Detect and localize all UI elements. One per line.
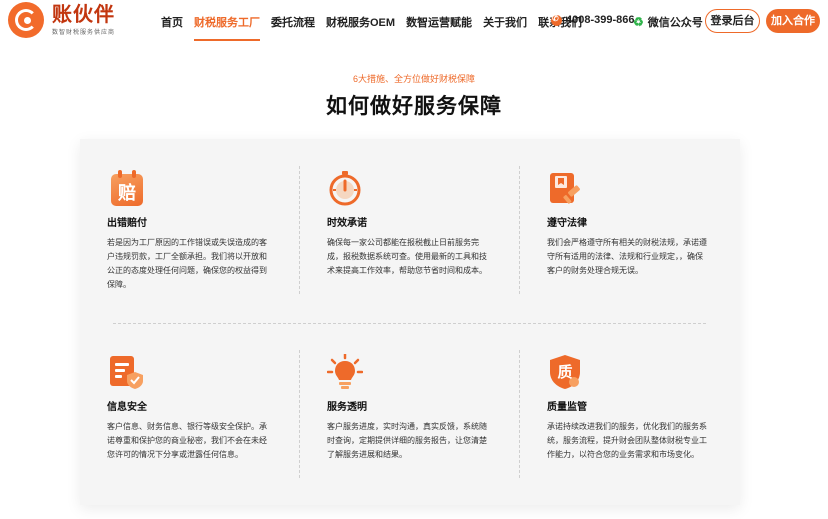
column-divider (299, 350, 300, 478)
item-description: 承诺持续改进我们的服务，优化我们的服务系统，服务流程，提升财会团队整体财税专业工… (547, 422, 707, 459)
compensation-icon: 赔 (107, 170, 143, 206)
law-hammer-icon (547, 170, 583, 206)
row-divider (113, 323, 706, 324)
item-title: 遵守法律 (547, 218, 587, 229)
item-title: 服务透明 (327, 402, 367, 413)
column-divider (519, 166, 520, 294)
item-title: 时效承诺 (327, 218, 367, 229)
wechat-label: 微信公众号 (647, 17, 703, 29)
guarantee-item-law: 遵守法律 我们会严格遵守所有相关的财税法规，承诺遵守所有适用的法律、法规和行业规… (547, 170, 712, 278)
quality-badge-icon: 质 (547, 354, 583, 390)
main-nav: 首页 财税服务工厂 委托流程 财税服务OEM 数智运营赋能 关于我们 联系我们 (161, 14, 593, 41)
phone-icon (551, 14, 562, 26)
wechat-icon: ♻ (633, 14, 644, 29)
nav-item-tax-service-factory[interactable]: 财税服务工厂 (194, 14, 260, 41)
brand-tagline: 数智财税服务供应商 (52, 30, 116, 36)
item-description: 客户服务进度，实时沟通，真实反馈，系统随时查询，定期提供详细的服务报告，让您清楚… (327, 422, 487, 459)
wechat-account[interactable]: ♻ 微信公众号 (633, 14, 703, 30)
nav-item-home[interactable]: 首页 (161, 14, 183, 41)
item-description: 我们会严格遵守所有相关的财税法规，承诺遵守所有适用的法律、法规和行业规定，，确保… (547, 238, 707, 275)
guarantee-item-timeliness: 时效承诺 确保每一家公司都能在报税截止日前服务完成，报税数据系统可查。使用最新的… (327, 170, 492, 278)
item-description: 若是因为工厂原因的工作错误或失误造成的客户违规罚款，工厂全额承担。我们将以开放和… (107, 238, 267, 289)
column-divider (299, 166, 300, 294)
column-divider (519, 350, 520, 478)
hotline-number: 4008-399-866 (566, 14, 635, 26)
info-shield-icon (107, 354, 143, 390)
item-description: 客户信息、财务信息、银行等级安全保护。承诺尊重和保护您的商业秘密，我们不会在未经… (107, 422, 267, 459)
brand-logo-icon[interactable] (8, 2, 44, 38)
site-header: 账伙伴 数智财税服务供应商 首页 财税服务工厂 委托流程 财税服务OEM 数智运… (0, 0, 828, 44)
guarantee-item-quality: 质 质量监管 承诺持续改进我们的服务，优化我们的服务系统，服务流程，提升财会团队… (547, 354, 712, 462)
item-title: 质量监管 (547, 402, 587, 413)
item-title: 出错赔付 (107, 218, 147, 229)
guarantee-item-info-security: 信息安全 客户信息、财务信息、银行等级安全保护。承诺尊重和保护您的商业秘密，我们… (107, 354, 272, 462)
hotline[interactable]: 4008-399-866 (551, 14, 635, 26)
item-title: 信息安全 (107, 402, 147, 413)
nav-item-about[interactable]: 关于我们 (483, 14, 527, 41)
join-button[interactable]: 加入合作 (766, 9, 820, 33)
nav-item-process[interactable]: 委托流程 (271, 14, 315, 41)
brand-name[interactable]: 账伙伴 (52, 4, 115, 26)
guarantee-item-compensation: 赔 出错赔付 若是因为工厂原因的工作错误或失误造成的客户违规罚款，工厂全额承担。… (107, 170, 272, 292)
section-title: 如何做好服务保障 (326, 95, 502, 118)
stopwatch-icon (327, 170, 363, 206)
lightbulb-icon (326, 352, 364, 390)
nav-item-oem[interactable]: 财税服务OEM (326, 14, 395, 41)
guarantee-item-transparency: 服务透明 客户服务进度，实时沟通，真实反馈，系统随时查询，定期提供详细的服务报告… (326, 352, 492, 462)
login-button[interactable]: 登录后台 (705, 9, 760, 33)
nav-item-digital-ops[interactable]: 数智运营赋能 (406, 14, 472, 41)
section-subtitle: 6大措施、全方位做好财税保障 (352, 74, 475, 84)
item-description: 确保每一家公司都能在报税截止日前服务完成，报税数据系统可查。使用最新的工具和技术… (327, 238, 487, 275)
